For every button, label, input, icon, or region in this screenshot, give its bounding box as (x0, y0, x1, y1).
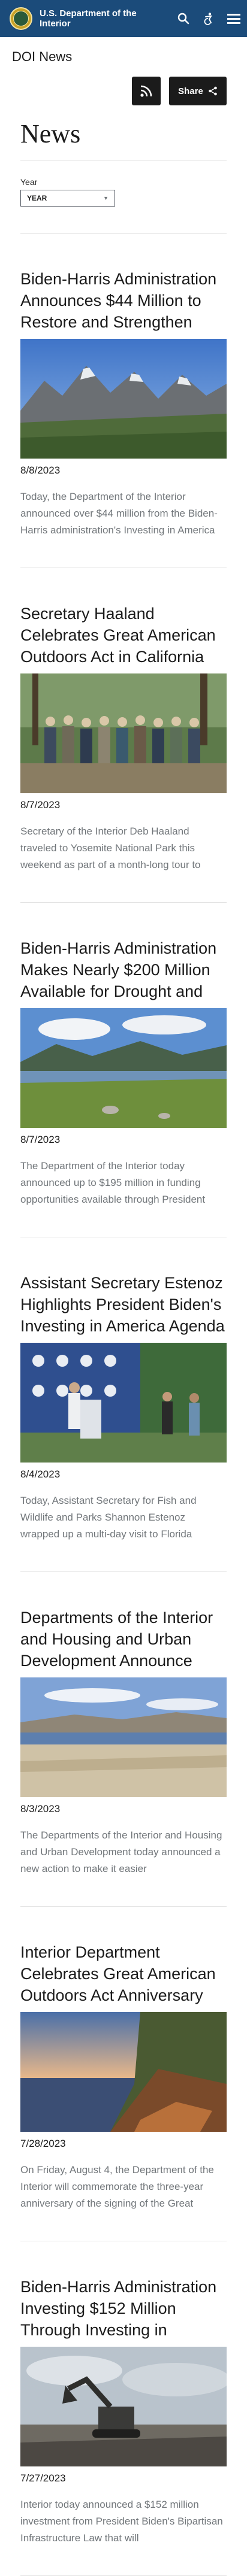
main-content: Share News Year YEAR ▼ Biden-Harris Admi… (0, 77, 247, 2576)
accessibility-icon[interactable] (201, 11, 216, 26)
menu-icon[interactable] (227, 11, 241, 26)
header-actions (176, 11, 241, 26)
article-date: 7/27/2023 (20, 2472, 66, 2484)
article-date: 7/28/2023 (20, 2138, 66, 2149)
share-row: Share (20, 77, 227, 105)
article-title[interactable]: Secretary Haaland Celebrates Great Ameri… (20, 603, 227, 667)
article-title[interactable]: Interior Department Celebrates Great Ame… (20, 1941, 227, 2006)
article-summary: Interior today announced a $152 million … (20, 2499, 223, 2544)
news-article: Biden-Harris Administration Investing $1… (20, 2241, 227, 2576)
news-article: Secretary Haaland Celebrates Great Ameri… (20, 568, 227, 903)
article-image-mountains[interactable] (20, 339, 227, 459)
article-image-lake-meadow[interactable] (20, 1008, 227, 1128)
article-title[interactable]: Assistant Secretary Estenoz Highlights P… (20, 1272, 227, 1337)
share-button[interactable]: Share (169, 77, 227, 105)
doi-seal-logo[interactable] (10, 7, 32, 30)
article-summary: Today, Assistant Secretary for Fish and … (20, 1495, 197, 1540)
article-image-group-photo[interactable] (20, 673, 227, 793)
article-date: 8/4/2023 (20, 1468, 61, 1480)
news-article: Interior Department Celebrates Great Ame… (20, 1907, 227, 2241)
site-title[interactable]: U.S. Department of the Interior (40, 8, 153, 29)
share-icon (209, 86, 217, 96)
article-title[interactable]: Biden-Harris Administration Makes Nearly… (20, 937, 227, 1002)
article-title[interactable]: Biden-Harris Administration Announces $4… (20, 268, 227, 333)
article-title[interactable]: Biden-Harris Administration Investing $1… (20, 2276, 227, 2341)
site-header: U.S. Department of the Interior (0, 0, 247, 37)
year-filter: Year YEAR ▼ (20, 177, 227, 207)
rss-icon (140, 85, 152, 97)
rss-button[interactable] (132, 77, 161, 105)
year-select-value: YEAR (27, 194, 47, 202)
news-article: Assistant Secretary Estenoz Highlights P… (20, 1237, 227, 1572)
article-date: 8/3/2023 (20, 1803, 61, 1815)
news-article: Departments of the Interior and Housing … (20, 1572, 227, 1907)
article-title[interactable]: Departments of the Interior and Housing … (20, 1607, 227, 1671)
article-image-podium-event[interactable] (20, 1343, 227, 1463)
share-label: Share (178, 86, 203, 96)
article-date: 8/8/2023 (20, 465, 61, 476)
news-article: Biden-Harris Administration Announces $4… (20, 233, 227, 568)
article-summary: The Department of the Interior today ann… (20, 1160, 206, 1205)
article-summary: Secretary of the Interior Deb Haaland tr… (20, 826, 201, 870)
article-summary: The Departments of the Interior and Hous… (20, 1829, 222, 1874)
year-filter-label: Year (20, 177, 38, 187)
article-summary: On Friday, August 4, the Department of t… (20, 2164, 214, 2209)
news-article: Biden-Harris Administration Makes Nearly… (20, 903, 227, 1237)
article-date: 8/7/2023 (20, 799, 61, 811)
year-select[interactable]: YEAR ▼ (20, 190, 115, 207)
chevron-down-icon: ▼ (103, 195, 109, 201)
search-icon[interactable] (176, 11, 191, 26)
article-image-sunset-coast[interactable] (20, 2012, 227, 2132)
article-image-excavator[interactable] (20, 2347, 227, 2466)
page-title: News (20, 119, 227, 160)
article-summary: Today, the Department of the Interior an… (20, 491, 218, 536)
article-date: 8/7/2023 (20, 1134, 61, 1145)
article-image-dry-lake[interactable] (20, 1677, 227, 1797)
